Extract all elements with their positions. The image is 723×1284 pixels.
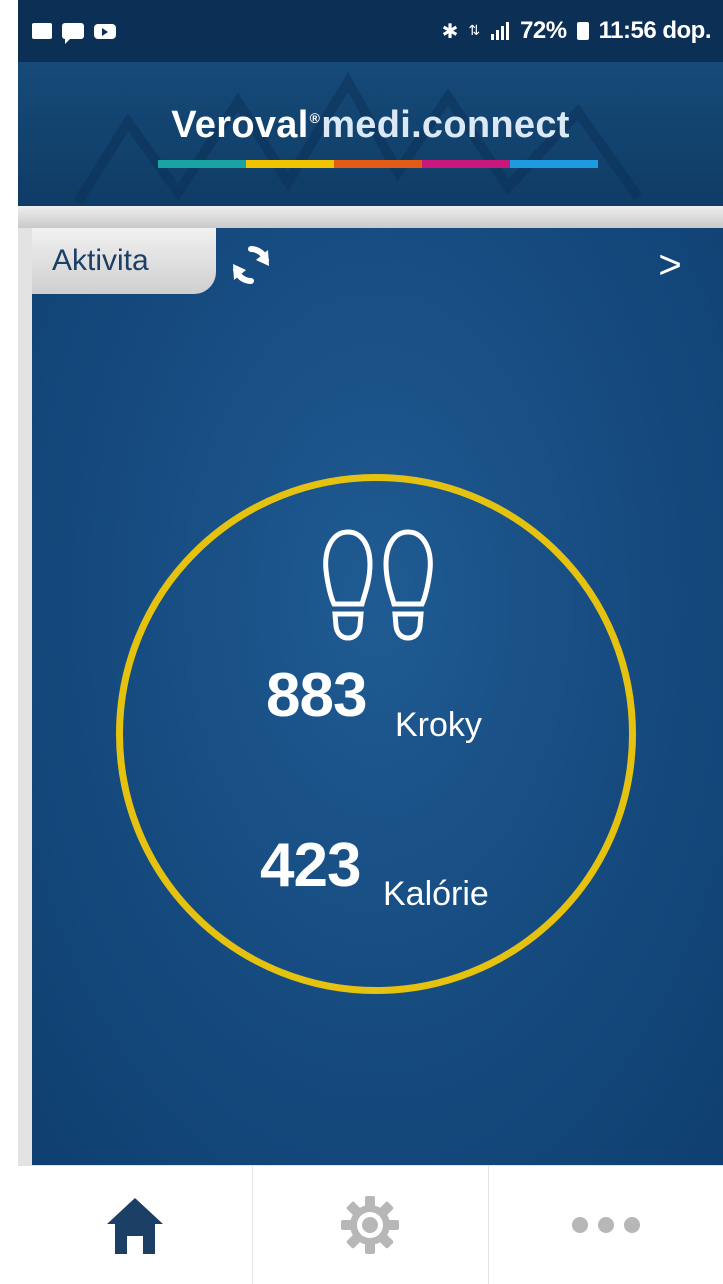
- brand-color-stripe: [158, 160, 598, 168]
- brand-registered: ®: [309, 110, 321, 126]
- brand-name: Veroval: [171, 104, 309, 146]
- bottom-navigation: [18, 1165, 723, 1284]
- panel-side-strip: [18, 228, 32, 1165]
- brand-stripe-segment: [246, 160, 334, 168]
- steps-label: Kroky: [395, 706, 482, 744]
- steps-value: 883: [266, 661, 367, 730]
- brand-stripe-segment: [334, 160, 422, 168]
- data-icon: ⇅: [468, 23, 481, 39]
- header-divider: [18, 206, 723, 228]
- settings-icon: [341, 1196, 400, 1254]
- calories-label: Kalórie: [383, 875, 489, 913]
- calories-value: 423: [260, 831, 361, 900]
- signal-icon: [491, 22, 510, 40]
- refresh-icon[interactable]: [228, 242, 274, 288]
- tab-activity-label: Aktivita: [52, 244, 149, 277]
- status-system: ✱ ⇅ 72% 11:56 dop.: [441, 17, 712, 45]
- app-header: Veroval®medi.connect: [18, 62, 723, 206]
- status-notifications: [32, 23, 116, 44]
- battery-percent: 72%: [520, 17, 567, 44]
- picture-icon: [32, 23, 52, 39]
- clock: 11:56 dop.: [598, 17, 712, 44]
- brand-stripe-segment: [158, 160, 246, 168]
- brand-stripe-segment: [510, 160, 598, 168]
- bluetooth-icon: ✱: [441, 19, 459, 43]
- brand-stripe-segment: [422, 160, 510, 168]
- brand-product: medi.connect: [321, 104, 570, 146]
- status-bar: ✱ ⇅ 72% 11:56 dop.: [18, 0, 723, 62]
- nav-home[interactable]: [18, 1166, 254, 1284]
- battery-icon: [576, 22, 589, 40]
- more-icon: [571, 1217, 640, 1233]
- chat-icon: [62, 23, 84, 44]
- nav-more[interactable]: [489, 1166, 723, 1284]
- youtube-icon: [94, 23, 116, 39]
- home-icon: [107, 1198, 164, 1254]
- next-button[interactable]: >: [650, 240, 690, 290]
- nav-settings[interactable]: [253, 1166, 489, 1284]
- tab-activity[interactable]: Aktivita: [32, 228, 216, 294]
- footprints-icon: [323, 529, 433, 641]
- brand-logo: Veroval®medi.connect: [18, 104, 723, 147]
